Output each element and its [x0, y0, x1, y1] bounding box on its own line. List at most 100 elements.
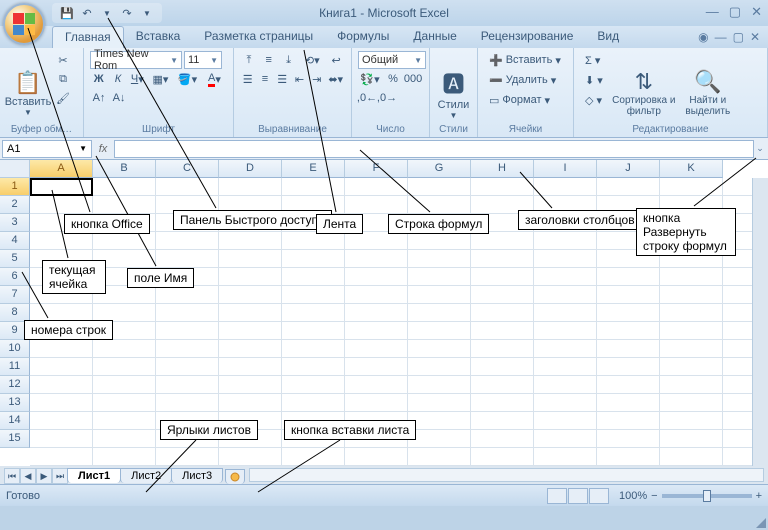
format-cells-button[interactable]: ▭ Формат ▾	[484, 91, 567, 109]
grow-font-button[interactable]: A↑	[90, 89, 108, 107]
inc-decimal-button[interactable]: ,0←	[358, 89, 376, 107]
column-header-E[interactable]: E	[282, 160, 345, 178]
doc-restore-button[interactable]: ▢	[733, 30, 744, 44]
row-header-3[interactable]: 3	[0, 214, 30, 232]
align-right-button[interactable]: ☰	[275, 70, 290, 88]
currency-button[interactable]: 💱▾	[358, 70, 382, 88]
column-header-I[interactable]: I	[534, 160, 597, 178]
column-header-C[interactable]: C	[156, 160, 219, 178]
row-header-13[interactable]: 13	[0, 394, 30, 412]
expand-formula-bar-button[interactable]: ⌄	[754, 143, 766, 154]
font-color-button[interactable]: A▾	[202, 70, 227, 88]
fill-color-button[interactable]: 🪣▾	[175, 70, 200, 88]
row-header-6[interactable]: 6	[0, 268, 30, 286]
maximize-button[interactable]: ▢	[729, 4, 741, 20]
select-all-button[interactable]	[0, 160, 30, 178]
styles-button[interactable]: 🅰 Стили ▼	[436, 51, 471, 135]
italic-button[interactable]: К	[109, 70, 126, 88]
undo-dropdown[interactable]: ▼	[98, 5, 116, 21]
row-header-12[interactable]: 12	[0, 376, 30, 394]
qat-customize[interactable]: ▼	[138, 5, 156, 21]
tab-nav-last[interactable]: ⏭	[52, 468, 68, 484]
shrink-font-button[interactable]: A↓	[110, 89, 128, 107]
insert-sheet-button[interactable]	[225, 469, 245, 484]
resize-grip[interactable]	[754, 516, 766, 528]
wrap-text-button[interactable]: ↩	[327, 51, 345, 69]
indent-dec-button[interactable]: ⇤	[292, 70, 307, 88]
tab-layout[interactable]: Разметка страницы	[192, 26, 325, 48]
name-box[interactable]: A1▼	[2, 140, 92, 158]
sheet-tab-1[interactable]: Лист1	[67, 468, 121, 483]
percent-button[interactable]: %	[384, 70, 402, 88]
doc-close-button[interactable]: ✕	[750, 30, 760, 44]
active-cell[interactable]	[30, 178, 93, 196]
view-pagebreak-button[interactable]	[589, 488, 609, 504]
row-header-4[interactable]: 4	[0, 232, 30, 250]
undo-button[interactable]: ↶	[78, 5, 96, 21]
close-button[interactable]: ✕	[751, 4, 762, 20]
insert-cells-button[interactable]: ➕ Вставить ▾	[484, 51, 567, 69]
sort-filter-button[interactable]: ⇅ Сортировка и фильтр	[612, 51, 676, 135]
row-header-15[interactable]: 15	[0, 430, 30, 448]
zoom-out-button[interactable]: −	[651, 490, 657, 502]
tab-insert[interactable]: Вставка	[124, 26, 193, 48]
column-header-G[interactable]: G	[408, 160, 471, 178]
column-header-J[interactable]: J	[597, 160, 660, 178]
font-size-combo[interactable]: 11▼	[184, 51, 222, 69]
bold-button[interactable]: Ж	[90, 70, 107, 88]
row-header-2[interactable]: 2	[0, 196, 30, 214]
tab-nav-prev[interactable]: ◀	[20, 468, 36, 484]
help-icon[interactable]: ◉	[698, 30, 708, 44]
column-header-A[interactable]: A	[30, 160, 93, 178]
underline-button[interactable]: Ч▾	[129, 70, 146, 88]
office-button[interactable]	[3, 3, 45, 45]
minimize-button[interactable]: —	[706, 4, 719, 20]
border-button[interactable]: ▦▾	[148, 70, 173, 88]
comma-button[interactable]: 000	[404, 70, 422, 88]
redo-button[interactable]: ↷	[118, 5, 136, 21]
align-middle-button[interactable]: ≡	[260, 51, 278, 69]
find-select-button[interactable]: 🔍 Найти и выделить	[680, 51, 736, 135]
fill-button[interactable]: ⬇ ▾	[580, 71, 608, 89]
row-header-14[interactable]: 14	[0, 412, 30, 430]
number-format-combo[interactable]: Общий▼	[358, 51, 426, 69]
cut-button[interactable]: ✂	[54, 51, 72, 69]
align-left-button[interactable]: ☰	[240, 70, 255, 88]
view-normal-button[interactable]	[547, 488, 567, 504]
clear-button[interactable]: ◇ ▾	[580, 91, 608, 109]
indent-inc-button[interactable]: ⇥	[309, 70, 324, 88]
autosum-button[interactable]: Σ ▾	[580, 51, 608, 69]
sheet-tab-3[interactable]: Лист3	[171, 468, 223, 483]
row-header-1[interactable]: 1	[0, 178, 30, 196]
sheet-tab-2[interactable]: Лист2	[120, 468, 172, 483]
row-header-7[interactable]: 7	[0, 286, 30, 304]
paste-button[interactable]: 📋 Вставить ▼	[6, 51, 50, 135]
row-header-11[interactable]: 11	[0, 358, 30, 376]
view-layout-button[interactable]	[568, 488, 588, 504]
fx-button[interactable]: fx	[92, 143, 114, 155]
formula-bar[interactable]	[114, 140, 754, 158]
align-bottom-button[interactable]: ⤓	[280, 51, 298, 69]
font-name-combo[interactable]: Times New Rom▼	[90, 51, 182, 69]
column-header-B[interactable]: B	[93, 160, 156, 178]
zoom-in-button[interactable]: +	[756, 490, 762, 502]
row-header-5[interactable]: 5	[0, 250, 30, 268]
delete-cells-button[interactable]: ➖ Удалить ▾	[484, 71, 567, 89]
tab-formulas[interactable]: Формулы	[325, 26, 401, 48]
tab-nav-next[interactable]: ▶	[36, 468, 52, 484]
tab-view[interactable]: Вид	[585, 26, 631, 48]
align-center-button[interactable]: ≡	[257, 70, 272, 88]
format-painter-button[interactable]: 🖌	[54, 89, 72, 107]
column-header-D[interactable]: D	[219, 160, 282, 178]
orientation-button[interactable]: ⟲▾	[299, 51, 325, 69]
row-header-10[interactable]: 10	[0, 340, 30, 358]
zoom-slider[interactable]	[662, 494, 752, 498]
column-header-H[interactable]: H	[471, 160, 534, 178]
save-button[interactable]: 💾	[58, 5, 76, 21]
vertical-scrollbar[interactable]	[752, 178, 768, 466]
tab-home[interactable]: Главная	[52, 26, 124, 48]
merge-button[interactable]: ⬌▾	[326, 70, 345, 88]
tab-review[interactable]: Рецензирование	[469, 26, 586, 48]
horizontal-scrollbar[interactable]	[249, 468, 764, 482]
column-header-F[interactable]: F	[345, 160, 408, 178]
